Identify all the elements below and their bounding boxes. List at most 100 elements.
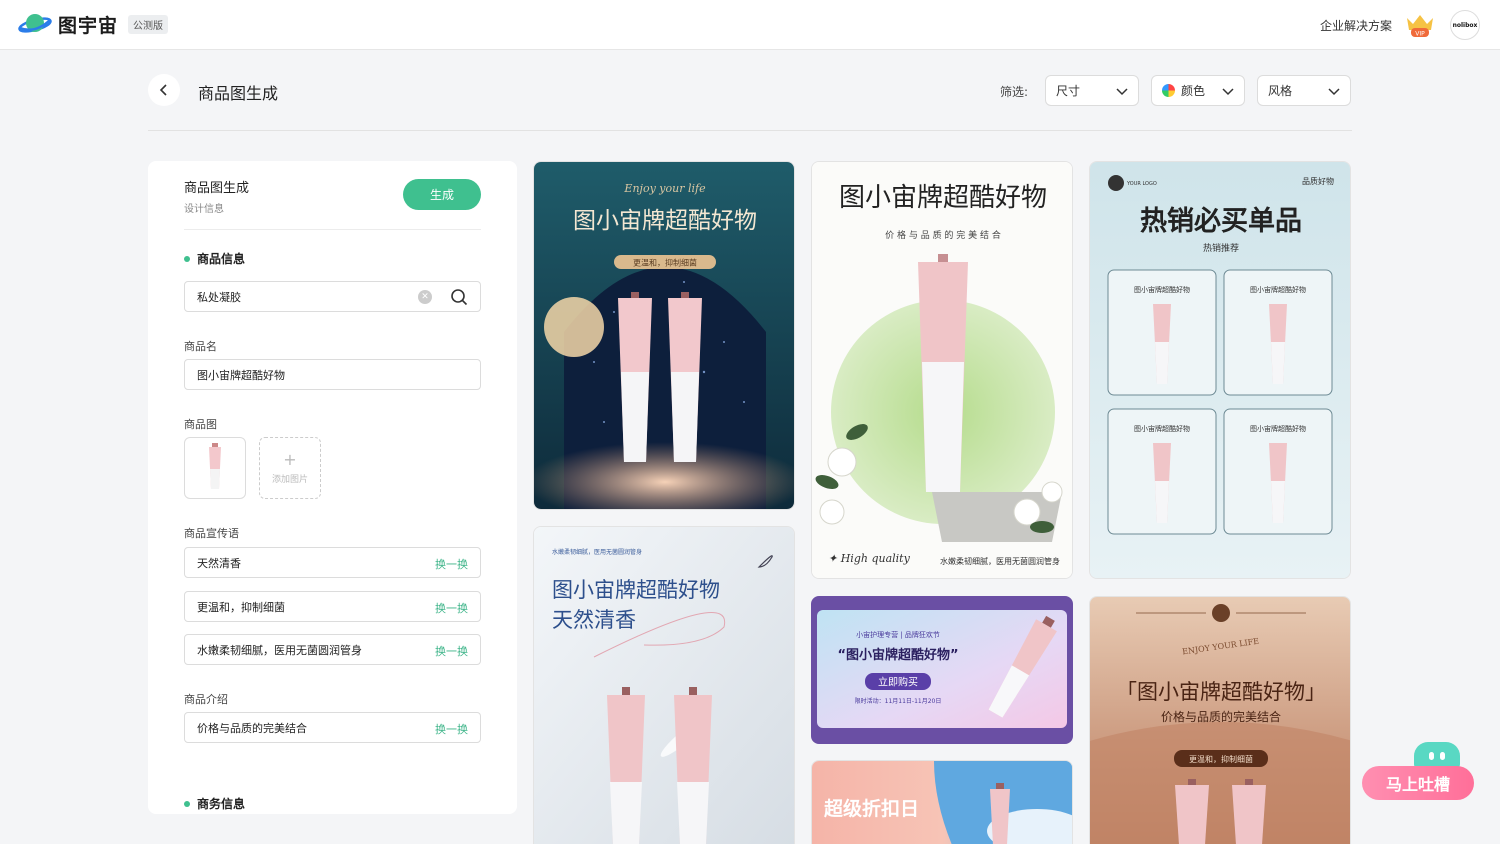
card7-tag: 更温和，抑制细菌	[1189, 754, 1253, 764]
brand-name: 图宇宙	[58, 14, 119, 37]
swap-button[interactable]: 换一换	[435, 643, 468, 659]
card3-sub: 热销推荐	[1203, 242, 1239, 254]
intro-label: 商品介绍	[184, 693, 228, 706]
design-info-panel: 商品图生成 设计信息 生成 商品信息 私处凝胶 ✕ 商品名 图小宙牌超酷好物 商…	[148, 161, 517, 814]
style-filter-select[interactable]: 风格	[1257, 75, 1351, 106]
card6-title: 超级折扣日	[823, 797, 919, 820]
section-product-info: 商品信息	[184, 250, 245, 267]
card3-title: 热销必买单品	[1140, 206, 1302, 237]
product-image-label: 商品图	[184, 418, 217, 431]
color-wheel-icon	[1162, 84, 1175, 97]
template-card-promo[interactable]: 小宙护理专营 | 品牌狂欢节 “图小宙牌超酷好物” 立即购买 限时活动：11月1…	[811, 596, 1073, 744]
panel-title: 商品图生成	[184, 181, 250, 196]
size-filter-label: 尺寸	[1056, 84, 1081, 98]
slogan-value: 更温和，抑制细菌	[197, 600, 285, 614]
style-filter-label: 风格	[1268, 84, 1293, 98]
panel-subtitle: 设计信息	[184, 204, 224, 215]
flower-poster: 图小宙牌超酷好物 价 格 与 品 质 的 完 美 结 合 ✦ High qual…	[812, 162, 1072, 578]
chevron-down-icon	[1222, 88, 1234, 96]
swap-button[interactable]: 换一换	[435, 721, 468, 737]
slogan-input-2[interactable]: 更温和，抑制细菌 换一换	[184, 591, 481, 622]
chevron-down-icon	[1328, 88, 1340, 96]
vip-crown-icon[interactable]: VIP	[1404, 12, 1436, 38]
enterprise-solutions-link[interactable]: 企业解决方案	[1320, 17, 1392, 34]
bronze-poster: ENJOY YOUR LIFE 「图小宙牌超酷好物」 价格与品质的完美结合 更温…	[1090, 597, 1350, 844]
template-card-bronze[interactable]: ENJOY YOUR LIFE 「图小宙牌超酷好物」 价格与品质的完美结合 更温…	[1089, 596, 1351, 844]
size-filter-select[interactable]: 尺寸	[1045, 75, 1139, 106]
section-business-info: 商务信息	[184, 795, 245, 812]
card5-date: 限时活动：11月11日-11月20日	[855, 697, 942, 705]
card4-title1: 图小宙牌超酷好物	[552, 578, 720, 602]
template-card-feather[interactable]: 水嫩柔韧细腻，医用无菌圆润管身 图小宙牌超酷好物 天然清香	[533, 526, 795, 844]
add-image-label: 添加图片	[271, 474, 308, 485]
grid-poster: YOUR LOGO 品质好物 热销必买单品 热销推荐 图小宙牌超酷好物 图小宙牌…	[1090, 162, 1350, 578]
card3-item-label: 图小宙牌超酷好物	[1250, 285, 1306, 294]
product-tube-image	[209, 443, 221, 489]
card4-title2: 天然清香	[552, 608, 636, 632]
card7-sub: 价格与品质的完美结合	[1161, 709, 1281, 724]
product-category-input[interactable]: 私处凝胶 ✕	[184, 281, 481, 312]
card2-sub: 价 格 与 品 质 的 完 美 结 合	[885, 229, 1001, 241]
add-image-button[interactable]: + 添加图片	[259, 437, 321, 499]
starry-poster: Enjoy your life 图小宙牌超酷好物 更温和，抑制细菌	[534, 162, 794, 509]
template-card-flower[interactable]: 图小宙牌超酷好物 价 格 与 品 质 的 完 美 结 合 ✦ High qual…	[811, 161, 1073, 579]
template-card-grid[interactable]: YOUR LOGO 品质好物 热销必买单品 热销推荐 图小宙牌超酷好物 图小宙牌…	[1089, 161, 1351, 579]
card3-item-label: 图小宙牌超酷好物	[1250, 424, 1306, 433]
card5-buy-button: 立即购买	[878, 676, 918, 689]
chevron-left-icon	[159, 84, 167, 96]
template-card-discount[interactable]: 超级折扣日	[811, 760, 1073, 844]
card3-item-label: 图小宙牌超酷好物	[1134, 424, 1190, 433]
feather-poster: 水嫩柔韧细腻，医用无菌圆润管身 图小宙牌超酷好物 天然清香	[534, 527, 794, 844]
discount-banner: 超级折扣日	[812, 761, 1072, 844]
product-name-label: 商品名	[184, 340, 217, 353]
card1-tag: 更温和，抑制细菌	[633, 258, 697, 268]
top-bar: 图宇宙 公测版 企业解决方案 VIP nolibox	[0, 0, 1500, 50]
slogan-value: 天然清香	[197, 556, 241, 570]
card7-title: 「图小宙牌超酷好物」	[1116, 680, 1326, 704]
logo[interactable]: 图宇宙 公测版	[18, 10, 169, 38]
card5-top: 小宙护理专营 | 品牌狂欢节	[856, 630, 940, 639]
slogan-input-1[interactable]: 天然清香 换一换	[184, 547, 481, 578]
swap-button[interactable]: 换一换	[435, 556, 468, 572]
user-avatar[interactable]: nolibox	[1450, 10, 1480, 40]
card1-script: Enjoy your life	[623, 182, 706, 195]
card2-title: 图小宙牌超酷好物	[839, 183, 1047, 213]
card2-footer-left: ✦ High quality	[828, 552, 911, 565]
feedback-button[interactable]: 马上吐槽	[1362, 766, 1474, 800]
panel-divider	[184, 229, 481, 230]
promo-banner: 小宙护理专营 | 品牌狂欢节 “图小宙牌超酷好物” 立即购买 限时活动：11月1…	[811, 596, 1073, 744]
card4-small: 水嫩柔韧细腻，医用无菌圆润管身	[552, 548, 642, 556]
clear-icon[interactable]: ✕	[418, 290, 432, 304]
slogan-label: 商品宣传语	[184, 527, 239, 540]
product-category-value: 私处凝胶	[197, 290, 241, 304]
card3-item-label: 图小宙牌超酷好物	[1134, 285, 1190, 294]
slogan-value: 水嫩柔韧细腻，医用无菌圆润管身	[197, 643, 362, 657]
filter-label: 筛选:	[1000, 85, 1029, 99]
card1-title: 图小宙牌超酷好物	[573, 208, 757, 234]
card3-corner: 品质好物	[1302, 176, 1334, 186]
page-title: 商品图生成	[198, 84, 279, 103]
product-name-input[interactable]: 图小宙牌超酷好物	[184, 359, 481, 390]
template-card-starry[interactable]: Enjoy your life 图小宙牌超酷好物 更温和，抑制细菌	[533, 161, 795, 510]
generate-button[interactable]: 生成	[403, 179, 481, 210]
swap-button[interactable]: 换一换	[435, 600, 468, 616]
slogan-input-3[interactable]: 水嫩柔韧细腻，医用无菌圆润管身 换一换	[184, 634, 481, 665]
svg-text:VIP: VIP	[1415, 31, 1425, 38]
intro-input[interactable]: 价格与品质的完美结合 换一换	[184, 712, 481, 743]
card5-title: “图小宙牌超酷好物”	[837, 647, 958, 663]
color-filter-select[interactable]: 颜色	[1151, 75, 1245, 106]
card3-logo: YOUR LOGO	[1126, 181, 1157, 187]
planet-logo-icon	[18, 14, 52, 33]
color-filter-label: 颜色	[1181, 84, 1206, 98]
product-name-value: 图小宙牌超酷好物	[197, 368, 285, 382]
chevron-down-icon	[1116, 88, 1128, 96]
search-icon[interactable]	[450, 288, 468, 306]
intro-value: 价格与品质的完美结合	[197, 721, 307, 735]
feedback-widget[interactable]: 马上吐槽	[1362, 742, 1478, 802]
beta-badge: 公测版	[128, 14, 169, 34]
plus-icon: +	[283, 449, 297, 469]
product-image-thumbnail[interactable]	[184, 437, 246, 499]
card2-footer-right: 水嫩柔韧细腻，医用无菌圆润管身	[940, 556, 1060, 566]
header-divider	[148, 130, 1352, 131]
back-button[interactable]	[148, 74, 180, 106]
